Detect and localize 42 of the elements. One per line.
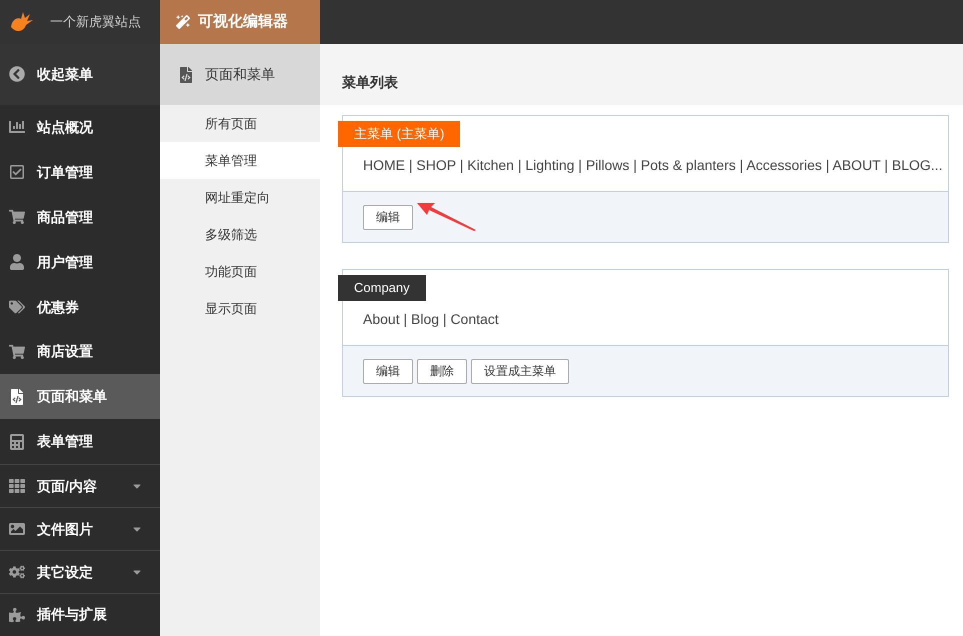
subnav-item[interactable]: 网址重定向	[160, 179, 320, 216]
menu-name-label: 主菜单 (主菜单)	[338, 121, 460, 147]
sidebar-item[interactable]: 用户管理	[0, 240, 160, 285]
sidebar-item[interactable]: 优惠券	[0, 284, 160, 330]
menu-action-button[interactable]: 删除	[417, 358, 467, 384]
checkbox-icon	[9, 164, 25, 180]
subnav-header: 页面和菜单	[160, 44, 320, 105]
subnav-item[interactable]: 菜单管理	[160, 142, 320, 179]
sidebar-item[interactable]: 商店设置	[0, 330, 160, 374]
page-title: 菜单列表	[342, 73, 398, 92]
menu-name-label: Company	[338, 275, 426, 301]
cart-icon	[9, 209, 25, 226]
sidebar-item[interactable]: 商品管理	[0, 194, 160, 240]
sidebar-item[interactable]: 订单管理	[0, 150, 160, 195]
cart-icon	[9, 344, 25, 360]
menu-items-text: HOME | SHOP | Kitchen | Lighting | Pillows | Pots & planters | Accessories | ABOUT | BLOG...	[363, 156, 942, 175]
grid-icon	[9, 478, 25, 494]
sidebar-item[interactable]: 表单管理	[0, 419, 160, 464]
magic-wand-icon	[176, 15, 190, 29]
bar-chart-icon	[9, 119, 25, 136]
menu-action-button[interactable]: 编辑	[363, 204, 413, 230]
site-name[interactable]: 一个新虎翼站点	[50, 12, 141, 32]
calculator-icon	[9, 434, 25, 450]
image-icon	[9, 521, 25, 538]
sidebar-item[interactable]: 页面和菜单	[0, 374, 160, 420]
menu-action-button[interactable]: 设置成主菜单	[471, 358, 569, 384]
collapse-menu-item[interactable]: 收起菜单	[0, 44, 160, 105]
menu-items-text: About | Blog | Contact	[363, 310, 499, 329]
code-file-icon	[9, 388, 25, 405]
menu-action-button[interactable]: 编辑	[363, 358, 413, 384]
tags-icon	[9, 299, 25, 316]
editor-tab[interactable]: 可视化编辑器	[160, 0, 320, 44]
subnav-item[interactable]: 功能页面	[160, 253, 320, 290]
subnav-item[interactable]: 显示页面	[160, 290, 320, 327]
subnav-item[interactable]: 多级筛选	[160, 216, 320, 253]
user-icon	[9, 254, 25, 270]
gears-icon	[9, 564, 25, 580]
sidebar-item[interactable]: 站点概况	[0, 104, 160, 150]
puzzle-icon	[9, 606, 25, 623]
code-file-icon	[179, 66, 193, 82]
collapse-icon	[9, 66, 25, 82]
subnav-item[interactable]: 所有页面	[160, 105, 320, 142]
